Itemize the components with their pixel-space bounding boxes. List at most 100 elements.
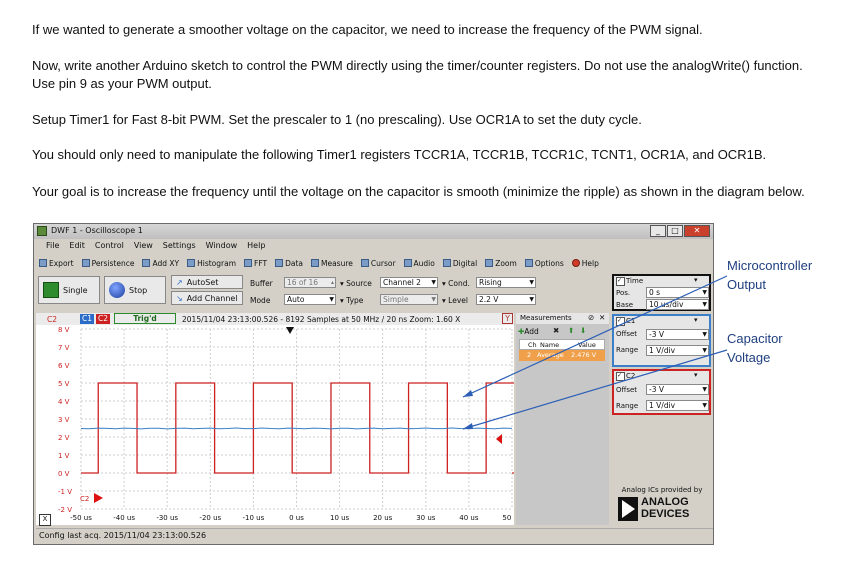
- help-icon: [571, 259, 580, 267]
- time-menu-icon[interactable]: ▾: [694, 276, 698, 284]
- toolbar-measure[interactable]: Measure: [311, 259, 353, 268]
- add-channel-button[interactable]: ↘ Add Channel: [171, 291, 243, 305]
- minimize-button[interactable]: _: [650, 225, 666, 237]
- annotation-micro-line2: Output: [727, 277, 767, 292]
- mode-label: Mode: [250, 296, 271, 305]
- c2-range-label: Range: [616, 402, 639, 410]
- y-tick-labels: 8 V 7 V 6 V 5 V 4 V 3 V 2 V 1 V 0 V -1 V -2 V: [58, 326, 72, 514]
- toolbar-fft-label: FFT: [254, 258, 268, 268]
- cond-select[interactable]: Rising ▼: [476, 277, 536, 288]
- toolbar-audio-label: Audio: [413, 258, 435, 268]
- histogram-icon: [187, 259, 196, 267]
- zoom-icon: [485, 259, 494, 267]
- paragraph-3: Setup Timer1 for Fast 8-bit PWM. Set the…: [32, 112, 642, 127]
- cond-value: Rising: [479, 278, 502, 287]
- toolbar-help-label: Help: [581, 258, 599, 268]
- menu-window[interactable]: Window: [206, 241, 238, 253]
- toolbar-persistence[interactable]: Persistence: [81, 258, 135, 268]
- toolbar: Export Persistence Add XY Histogram FFT …: [34, 256, 713, 270]
- level-field[interactable]: 2.2 V ▼: [476, 294, 536, 305]
- settings-panel: ✓ Time ▾ Pos. 0 s ▼ Base 10 us/div ▼ ✓ C1 …: [610, 274, 713, 526]
- menu-help[interactable]: Help: [247, 241, 265, 253]
- c1-menu-icon[interactable]: ▾: [694, 316, 698, 324]
- add-measurement-button[interactable]: ✚Add: [518, 327, 539, 336]
- c2-checkbox[interactable]: ✓: [616, 372, 625, 381]
- annotation-cap-line2: Voltage: [727, 350, 771, 365]
- y-tick-label: 3 V: [58, 416, 70, 424]
- single-button[interactable]: Single: [38, 276, 100, 304]
- autoset-icon: ↗: [176, 277, 183, 287]
- autoset-button[interactable]: ↗ AutoSet: [171, 275, 243, 289]
- analog-devices-logo: ANALOG DEVICES: [612, 496, 712, 522]
- c1-offset-field[interactable]: -3 V ▼: [646, 329, 709, 340]
- menu-file[interactable]: File: [46, 241, 59, 253]
- toolbar-add-xy[interactable]: Add XY: [142, 259, 179, 268]
- menu-settings[interactable]: Settings: [163, 241, 196, 253]
- mode-select[interactable]: Auto ▼: [284, 294, 336, 305]
- time-pos-field[interactable]: 0 s ▼: [646, 287, 709, 298]
- measurements-close-icon[interactable]: ✕: [599, 313, 605, 322]
- time-checkbox[interactable]: ✓: [616, 277, 625, 286]
- toolbar-digital[interactable]: Digital: [442, 259, 477, 268]
- app-icon: [37, 226, 47, 236]
- c2-offset-label: Offset: [616, 386, 638, 394]
- source-select[interactable]: Channel 2 ▼: [380, 277, 438, 288]
- c2-menu-icon[interactable]: ▾: [694, 371, 698, 379]
- toolbar-zoom[interactable]: Zoom: [485, 259, 517, 268]
- menu-view[interactable]: View: [134, 241, 153, 253]
- maximize-button[interactable]: □: [667, 225, 683, 237]
- time-base-field[interactable]: 10 us/div ▼: [646, 299, 709, 310]
- c1-offset-chevron-down-icon: ▼: [702, 331, 707, 338]
- table-row[interactable]: 2 Average 2.476 V: [519, 350, 605, 361]
- add-measurement-label: Add: [524, 327, 539, 336]
- c1-checkbox[interactable]: ✓: [616, 317, 625, 326]
- time-pos-label: Pos.: [616, 289, 631, 297]
- menu-edit[interactable]: Edit: [69, 241, 85, 253]
- close-button[interactable]: ✕: [684, 225, 710, 237]
- branding-line1: ANALOG: [641, 496, 689, 508]
- toolbar-export[interactable]: Export: [39, 259, 74, 268]
- toolbar-cursor[interactable]: Cursor: [360, 259, 396, 268]
- cond-label: ▾ Cond.: [442, 279, 470, 288]
- x-tick-label: 0 us: [289, 514, 304, 522]
- y-tick-label: 6 V: [58, 362, 70, 370]
- y-tick-label: 7 V: [58, 344, 70, 352]
- col-ch: Ch: [528, 341, 537, 349]
- paragraph-2: Now, write another Arduino sketch to con…: [32, 58, 803, 91]
- type-select[interactable]: Simple ▼: [380, 294, 438, 305]
- toolbar-histogram[interactable]: Histogram: [187, 259, 236, 268]
- toolbar-fft[interactable]: FFT: [244, 259, 267, 268]
- stop-button[interactable]: Stop: [104, 276, 166, 304]
- x-tick-label: 30 us: [416, 514, 436, 522]
- menu-bar: File Edit Control View Settings Window H…: [34, 241, 713, 253]
- channel-1-tag[interactable]: C1: [80, 314, 94, 324]
- toolbar-persistence-label: Persistence: [91, 258, 135, 268]
- x-tick-label: 20 us: [373, 514, 393, 522]
- toolbar-help[interactable]: Help: [571, 258, 599, 268]
- menu-control[interactable]: Control: [95, 241, 124, 253]
- buffer-field[interactable]: 16 of 16 ▴: [284, 277, 336, 288]
- active-channel-label: C2: [47, 315, 58, 324]
- channel-2-zero-marker: [94, 493, 103, 503]
- move-down-icon[interactable]: ⬇: [580, 326, 586, 335]
- x-axis-button[interactable]: X: [39, 514, 51, 526]
- c2-range-field[interactable]: 1 V/div ▼: [646, 400, 709, 411]
- toolbar-data[interactable]: Data: [275, 259, 303, 268]
- toolbar-histogram-label: Histogram: [197, 258, 236, 268]
- channel-2-box: ✓ C2 ▾ Offset -3 V ▼ Range 1 V/div ▼: [612, 369, 711, 415]
- y-tick-label: 5 V: [58, 380, 70, 388]
- annotation-cap-line1: Capacitor: [727, 331, 783, 346]
- remove-measurement-icon[interactable]: ✖: [553, 326, 559, 335]
- toolbar-options-label: Options: [534, 258, 564, 268]
- move-up-icon[interactable]: ⬆: [568, 326, 574, 335]
- y-axis-button[interactable]: Y: [502, 313, 513, 324]
- time-base-value: 10 us/div: [649, 300, 684, 309]
- oscilloscope-plot[interactable]: 8 V 7 V 6 V 5 V 4 V 3 V 2 V 1 V 0 V -1 V -2 V -50 …: [36, 325, 514, 525]
- toolbar-audio[interactable]: Audio: [403, 258, 435, 268]
- toolbar-export-label: Export: [49, 258, 74, 268]
- c1-range-field[interactable]: 1 V/div ▼: [646, 345, 709, 356]
- channel-2-tag[interactable]: C2: [96, 314, 110, 324]
- c2-offset-field[interactable]: -3 V ▼: [646, 384, 709, 395]
- pin-icon[interactable]: ⊘: [588, 313, 594, 322]
- toolbar-options[interactable]: Options: [524, 258, 564, 268]
